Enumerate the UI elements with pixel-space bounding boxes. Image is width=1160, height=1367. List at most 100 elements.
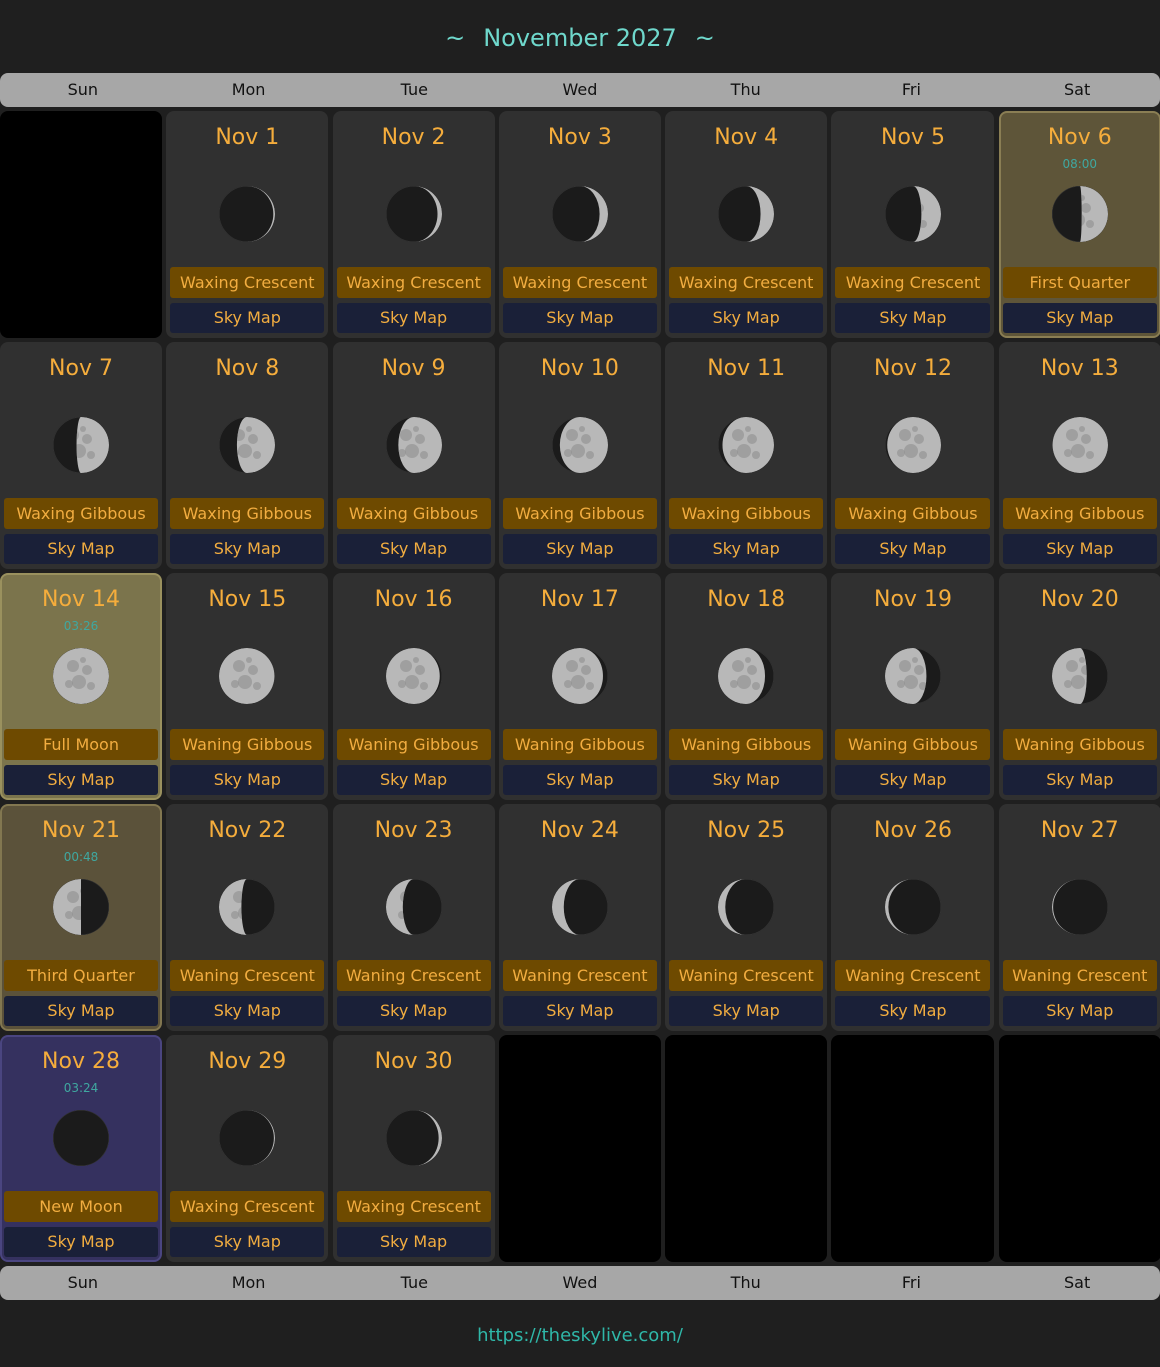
sky-map-button[interactable]: Sky Map [669,303,824,333]
moon-phase-icon [1051,879,1108,935]
day-date: Nov 24 [540,818,619,843]
sky-map-button[interactable]: Sky Map [4,1227,158,1257]
sky-map-button[interactable]: Sky Map [170,1227,325,1257]
sky-map-button[interactable]: Sky Map [336,996,491,1026]
moon-phase-icon [219,879,276,935]
day-cell: Nov 28 03:24 New Moon Sky Map [0,1035,162,1262]
moon-image [53,648,109,704]
sky-map-button[interactable]: Sky Map [835,996,991,1026]
phase-label: Waxing Gibbous [336,498,491,529]
sky-map-button[interactable]: Sky Map [170,996,325,1026]
day-cell: Nov 14 03:26 Full Moon Sky Map [0,573,162,800]
weekday-label: Tue [400,1273,428,1292]
moon-phase-icon [385,186,442,242]
weekday-label: Fri [901,1273,921,1292]
sky-map-button[interactable]: Sky Map [669,765,824,795]
phase-time: 03:26 [63,619,99,633]
sky-map-button[interactable]: Sky Map [669,534,824,564]
sky-map-button[interactable]: Sky Map [835,534,991,564]
phase-label: First Quarter [1002,267,1157,298]
day-cell: Nov 20 Waning Gibbous Sky Map [998,573,1160,800]
moon-phase-icon [219,186,276,242]
sky-map-button[interactable]: Sky Map [1002,534,1157,564]
phase-label: Waxing Crescent [336,267,491,298]
day-date: Nov 8 [215,356,280,381]
phase-label: Waning Gibbous [835,729,991,760]
day-cell: Nov 1 Waxing Crescent Sky Map [166,111,329,338]
sky-map-button[interactable]: Sky Map [4,765,158,795]
sky-map-button[interactable]: Sky Map [835,303,991,333]
sky-map-button[interactable]: Sky Map [502,765,657,795]
day-date: Nov 7 [49,356,113,381]
day-date: Nov 6 [1047,125,1112,150]
day-cell: Nov 13 Waxing Gibbous Sky Map [998,342,1160,569]
moon-phase-icon [718,879,775,935]
phase-label: Waning Gibbous [170,729,325,760]
weekday-label: Sat [1064,1273,1091,1292]
empty-day-cell [498,1035,661,1262]
day-cell: Nov 18 Waning Gibbous Sky Map [665,573,828,800]
day-cell: Nov 22 Waning Crescent Sky Map [166,804,329,1031]
sky-map-button[interactable]: Sky Map [336,303,491,333]
sky-map-button[interactable]: Sky Map [502,303,657,333]
sky-map-button[interactable]: Sky Map [170,534,325,564]
moon-image [884,648,941,704]
sky-map-button[interactable]: Sky Map [669,996,824,1026]
day-date: Nov 12 [874,356,952,381]
sky-map-button[interactable]: Sky Map [502,996,657,1026]
moon-image [53,417,109,473]
moon-phase-icon [385,1110,442,1166]
sky-map-button[interactable]: Sky Map [336,534,491,564]
moon-image [1051,648,1108,704]
moon-image [385,186,442,242]
sky-map-button[interactable]: Sky Map [1002,996,1157,1026]
sky-map-button[interactable]: Sky Map [835,765,991,795]
day-date: Nov 26 [874,818,952,843]
moon-image [219,417,276,473]
moon-phase-icon [385,879,442,935]
phase-label: Waxing Gibbous [4,498,158,529]
moon-phase-icon [884,417,941,473]
moon-image [1051,879,1108,935]
empty-day-cell [998,1035,1160,1262]
sky-map-button[interactable]: Sky Map [1002,765,1157,795]
sky-map-button[interactable]: Sky Map [502,534,657,564]
weekday-label: Thu [730,1273,761,1292]
sky-map-button[interactable]: Sky Map [170,765,325,795]
phase-time: 00:48 [63,850,99,864]
moon-image [551,186,608,242]
moon-image [385,1110,442,1166]
moon-phase-icon [53,879,109,935]
moon-image [718,879,775,935]
moon-image [551,417,608,473]
day-date: Nov 21 [42,818,120,843]
empty-day-cell [0,111,162,338]
day-date: Nov 29 [208,1049,287,1074]
day-date: Nov 14 [42,587,120,612]
phase-label: Waxing Crescent [669,267,824,298]
sky-map-button[interactable]: Sky Map [336,1227,491,1257]
day-date: Nov 20 [1040,587,1119,612]
day-date: Nov 11 [707,356,786,381]
sky-map-button[interactable]: Sky Map [4,534,158,564]
calendar-grid: Nov 1 Waxing Crescent Sky Map Nov 2 Waxing C… [0,111,1160,1262]
phase-label: Waning Gibbous [336,729,491,760]
sky-map-button[interactable]: Sky Map [1002,303,1157,333]
phase-label: Waning Crescent [1002,960,1157,991]
footer-link[interactable]: https://theskylive.com/ [0,1322,1160,1350]
sky-map-button[interactable]: Sky Map [336,765,491,795]
sky-map-button[interactable]: Sky Map [170,303,325,333]
moon-phase-icon [1051,648,1108,704]
day-cell: Nov 26 Waning Crescent Sky Map [831,804,995,1031]
phase-label: Waxing Crescent [502,267,657,298]
weekday-header-bottom: Sun Mon Tue Wed Thu Fri Sat [0,1266,1160,1300]
page-title: ~ November 2027 ~ [0,20,1160,56]
day-date: Nov 23 [374,818,453,843]
phase-label: Waning Crescent [669,960,824,991]
day-date: Nov 10 [540,356,619,381]
moon-phase-icon [385,648,442,704]
day-cell: Nov 27 Waning Crescent Sky Map [998,804,1160,1031]
sky-map-button[interactable]: Sky Map [4,996,158,1026]
day-date: Nov 25 [707,818,786,843]
moon-phase-icon [1051,417,1108,473]
